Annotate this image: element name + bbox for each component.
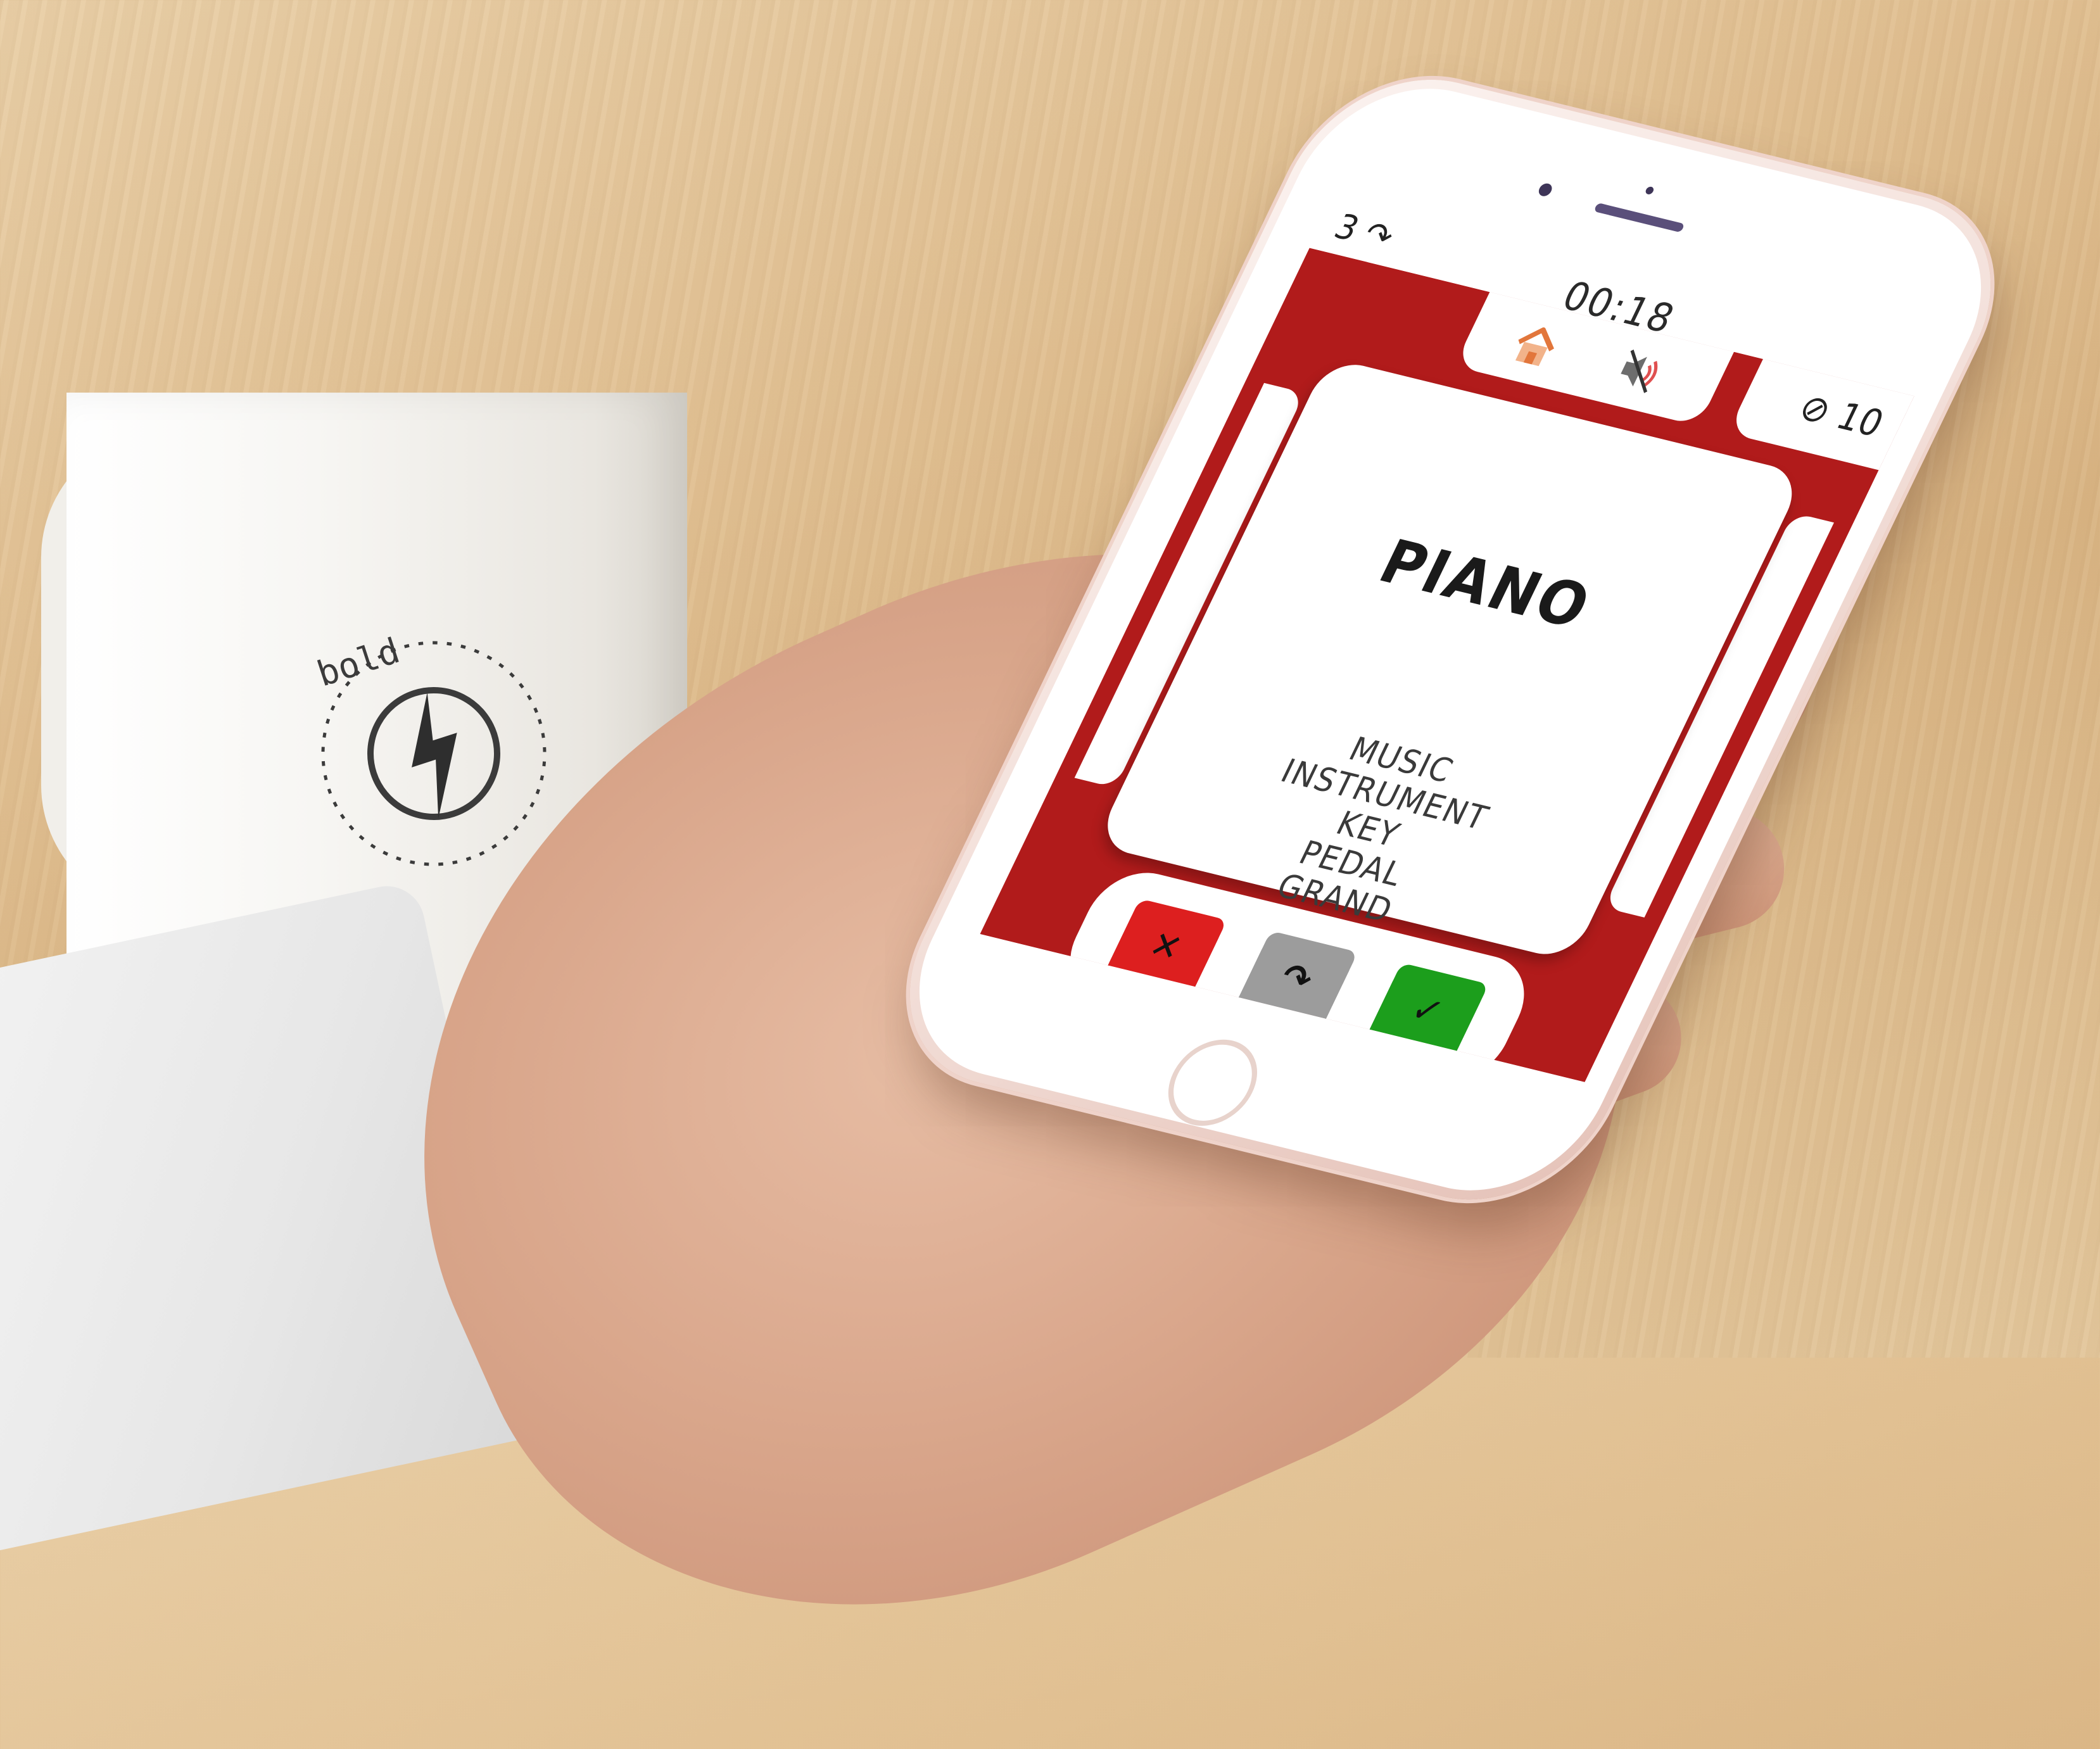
earpiece-speaker [1593, 202, 1685, 233]
skip-button[interactable]: ↷ [1235, 930, 1358, 1026]
correct-button[interactable]: ✓ [1366, 963, 1489, 1059]
skips-left: 3 [1328, 207, 1365, 249]
skip-arrow-icon: ↷ [1357, 214, 1400, 258]
mug-logo-text: bold [312, 630, 405, 695]
taboo-card: PIANO MUSIC INSTRUMENT KEY PEDAL GRAND [1094, 357, 1806, 962]
wrong-button[interactable]: ✕ [1104, 899, 1227, 994]
close-icon: ✕ [1142, 923, 1189, 970]
check-icon: ✓ [1404, 987, 1451, 1034]
camera-icon [1644, 186, 1655, 196]
phone-home-button[interactable] [1153, 1031, 1273, 1135]
skips-counter: 3 ↷ [1328, 207, 1400, 257]
guess-word: PIANO [1369, 526, 1603, 643]
front-sensor-icon [1536, 182, 1555, 198]
skip-icon: ↷ [1273, 955, 1320, 1002]
cork-coaster: bold [41, 393, 687, 1051]
